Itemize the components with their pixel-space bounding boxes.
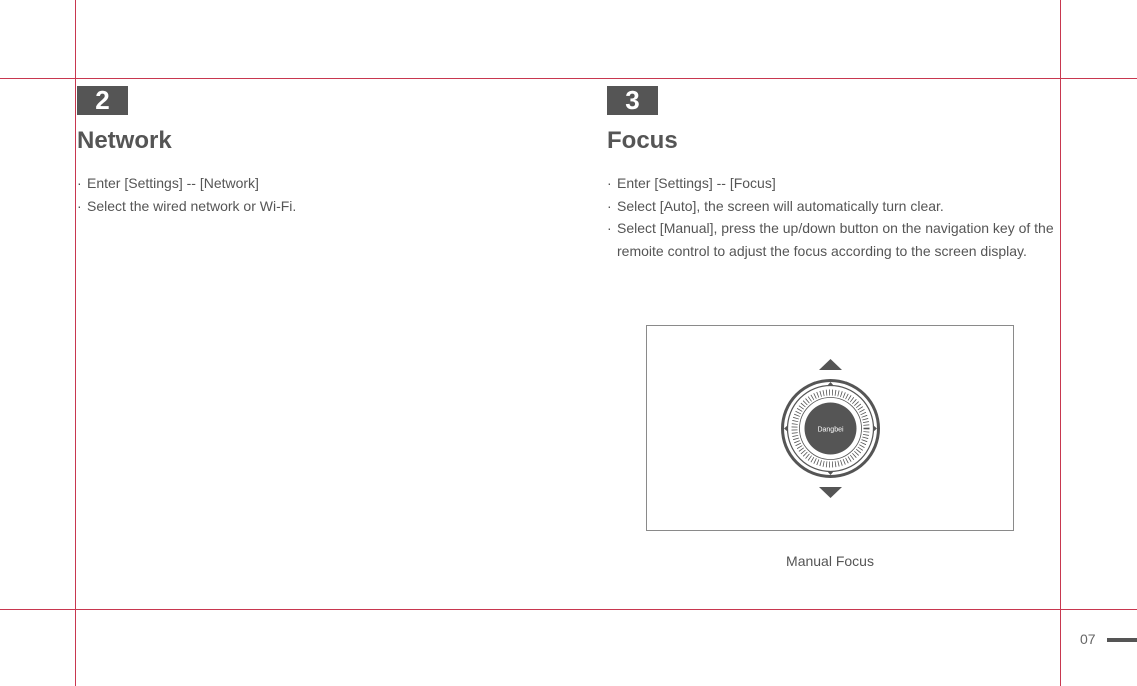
bullet-item: Select [Manual], press the up/down butto… (607, 217, 1059, 262)
remote-brand-label: Dangbei (817, 427, 844, 434)
step-badge: 3 (607, 86, 658, 115)
page-number: 07 (1080, 631, 1096, 647)
arrow-down-icon (819, 487, 842, 498)
manual-focus-figure: Dangbei (646, 325, 1014, 531)
guide-line-left (75, 0, 76, 686)
focus-dial-icon: Dangbei (781, 359, 880, 498)
bullet-item: Select [Auto], the screen will automatic… (607, 195, 1059, 218)
arrow-up-icon (819, 359, 842, 370)
page-number-bar (1107, 638, 1137, 642)
step-badge: 2 (77, 86, 128, 115)
guide-line-right (1060, 0, 1061, 686)
bullet-item: Enter [Settings] -- [Focus] (607, 172, 1059, 195)
guide-line-bottom (0, 609, 1137, 610)
bullet-list: Enter [Settings] -- [Focus] Select [Auto… (607, 172, 1059, 262)
guide-line-top (0, 78, 1137, 79)
section-focus: 3 Focus Enter [Settings] -- [Focus] Sele… (607, 86, 1059, 262)
section-network: 2 Network Enter [Settings] -- [Network] … (77, 86, 597, 217)
section-title: Focus (607, 127, 678, 154)
bullet-list: Enter [Settings] -- [Network] Select the… (77, 172, 597, 217)
bullet-item: Select the wired network or Wi-Fi. (77, 195, 597, 218)
section-title: Network (77, 127, 172, 154)
bullet-item: Enter [Settings] -- [Network] (77, 172, 597, 195)
figure-caption: Manual Focus (786, 553, 874, 569)
